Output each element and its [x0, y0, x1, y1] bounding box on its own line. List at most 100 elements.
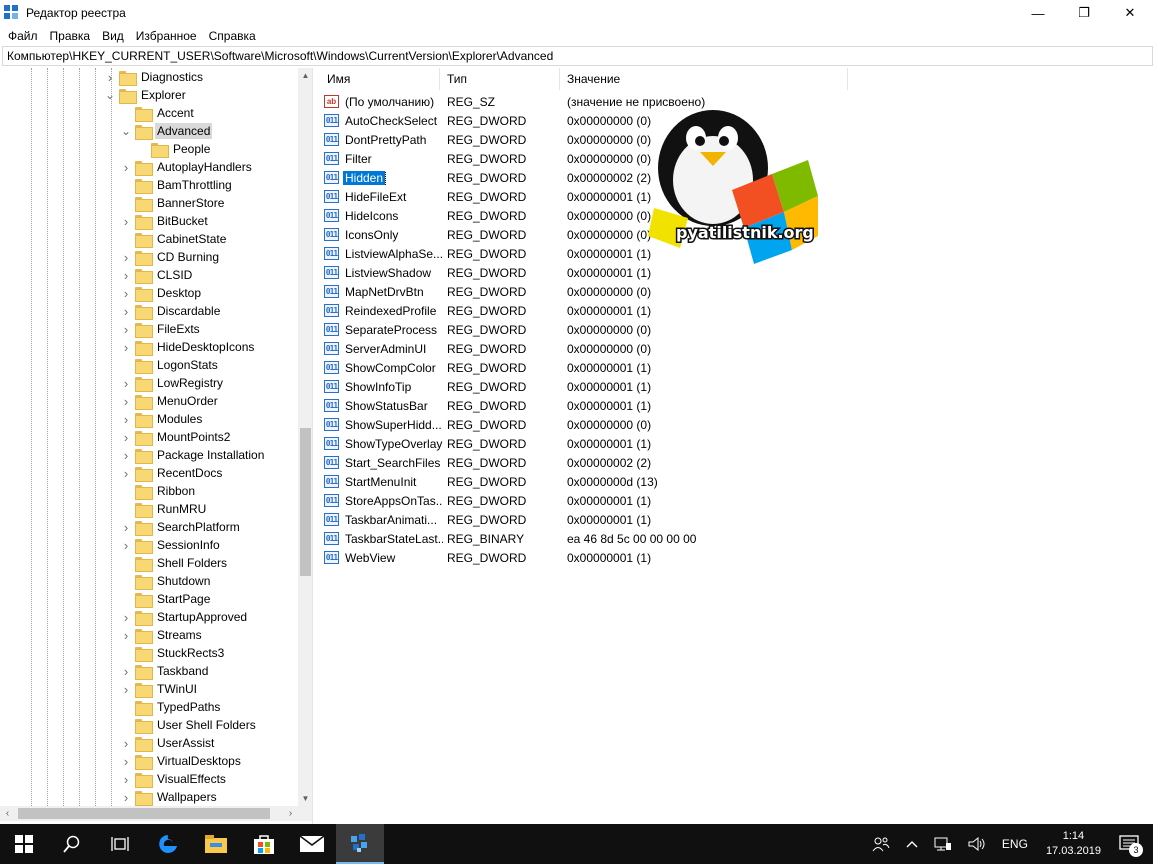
chevron-down-icon[interactable]: ⌄: [104, 86, 116, 104]
chevron-right-icon[interactable]: ›: [120, 212, 132, 230]
chevron-right-icon[interactable]: ›: [120, 428, 132, 446]
chevron-right-icon[interactable]: ›: [120, 626, 132, 644]
menu-file[interactable]: Файл: [2, 29, 44, 43]
chevron-right-icon[interactable]: ›: [120, 734, 132, 752]
value-row[interactable]: 011 MapNetDrvBtn REG_DWORD 0x00000000 (0): [324, 282, 844, 301]
value-row[interactable]: 011 ReindexedProfile REG_DWORD 0x00000001 (…: [324, 301, 844, 320]
tree-item[interactable]: › MenuOrder: [120, 392, 220, 410]
chevron-right-icon[interactable]: ›: [120, 662, 132, 680]
people-icon[interactable]: [872, 835, 890, 853]
chevron-right-icon[interactable]: ›: [104, 68, 116, 86]
chevron-right-icon[interactable]: ›: [120, 392, 132, 410]
menu-help[interactable]: Справка: [203, 29, 262, 43]
edge-button[interactable]: [144, 824, 192, 864]
chevron-up-icon[interactable]: [906, 840, 918, 848]
tree-item[interactable]: ⌄ Advanced: [120, 122, 213, 140]
tree-item[interactable]: BannerStore: [120, 194, 226, 212]
chevron-right-icon[interactable]: ›: [120, 608, 132, 626]
chevron-down-icon[interactable]: ⌄: [120, 122, 132, 140]
tree-item[interactable]: User Shell Folders: [120, 716, 258, 734]
value-row[interactable]: 011 Start_SearchFiles REG_DWORD 0x00000002 …: [324, 453, 844, 472]
value-row[interactable]: 011 TaskbarStateLast... REG_BINARY ea 46 8d…: [324, 529, 844, 548]
action-center-button[interactable]: 3: [1119, 835, 1143, 857]
tree-item[interactable]: › VirtualDesktops: [120, 752, 243, 770]
tree-item[interactable]: BamThrottling: [120, 176, 234, 194]
tree-item[interactable]: › Discardable: [120, 302, 222, 320]
tree-item[interactable]: ⌄ Explorer: [104, 86, 188, 104]
language-indicator[interactable]: ENG: [1002, 837, 1028, 851]
column-header-data[interactable]: Значение: [560, 68, 848, 90]
tree-item[interactable]: › Taskband: [120, 662, 210, 680]
tree-item[interactable]: Shutdown: [120, 572, 212, 590]
scroll-thumb[interactable]: [300, 428, 311, 576]
tree-item[interactable]: › HideDesktopIcons: [120, 338, 256, 356]
maximize-button[interactable]: ❐: [1061, 0, 1107, 26]
regedit-button[interactable]: [336, 824, 384, 864]
chevron-right-icon[interactable]: ›: [120, 446, 132, 464]
tree-item[interactable]: TypedPaths: [120, 698, 222, 716]
tree-item[interactable]: Accent: [120, 104, 196, 122]
chevron-right-icon[interactable]: ›: [120, 320, 132, 338]
tree-item[interactable]: › RecentDocs: [120, 464, 224, 482]
chevron-right-icon[interactable]: ›: [120, 464, 132, 482]
value-row[interactable]: 011 ShowCompColor REG_DWORD 0x00000001 (1): [324, 358, 844, 377]
tree-item[interactable]: › AutoplayHandlers: [120, 158, 254, 176]
tree-item[interactable]: › Modules: [120, 410, 204, 428]
scroll-left-icon[interactable]: ‹: [0, 806, 15, 821]
chevron-right-icon[interactable]: ›: [120, 248, 132, 266]
tree-item[interactable]: › Streams: [120, 626, 204, 644]
tree-item[interactable]: › Package Installation: [120, 446, 266, 464]
tree-item[interactable]: › Wallpapers: [120, 788, 219, 806]
close-button[interactable]: ✕: [1107, 0, 1153, 26]
tree-item[interactable]: People: [136, 140, 212, 158]
mail-button[interactable]: [288, 824, 336, 864]
minimize-button[interactable]: —: [1015, 0, 1061, 26]
chevron-right-icon[interactable]: ›: [120, 266, 132, 284]
chevron-right-icon[interactable]: ›: [120, 770, 132, 788]
tree-item[interactable]: › TWinUI: [120, 680, 199, 698]
chevron-right-icon[interactable]: ›: [120, 410, 132, 428]
tree-item[interactable]: › Diagnostics: [104, 68, 205, 86]
tree-vertical-scrollbar[interactable]: ▲ ▼: [298, 68, 312, 806]
volume-icon[interactable]: [968, 836, 986, 852]
value-row[interactable]: 011 WebView REG_DWORD 0x00000001 (1): [324, 548, 844, 567]
tree-item[interactable]: › SessionInfo: [120, 536, 222, 554]
value-row[interactable]: 011 ShowInfoTip REG_DWORD 0x00000001 (1): [324, 377, 844, 396]
store-button[interactable]: [240, 824, 288, 864]
chevron-right-icon[interactable]: ›: [120, 284, 132, 302]
start-button[interactable]: [0, 824, 48, 864]
file-explorer-button[interactable]: [192, 824, 240, 864]
tree-item[interactable]: StartPage: [120, 590, 212, 608]
scroll-thumb[interactable]: [18, 808, 270, 819]
menu-view[interactable]: Вид: [96, 29, 130, 43]
tree-item[interactable]: › VisualEffects: [120, 770, 228, 788]
scroll-down-icon[interactable]: ▼: [298, 791, 312, 806]
tree-item[interactable]: › CD Burning: [120, 248, 221, 266]
tree-item[interactable]: › UserAssist: [120, 734, 216, 752]
tree-item[interactable]: StuckRects3: [120, 644, 226, 662]
menu-favorites[interactable]: Избранное: [130, 29, 203, 43]
chevron-right-icon[interactable]: ›: [120, 788, 132, 806]
tree-item[interactable]: Ribbon: [120, 482, 197, 500]
address-bar[interactable]: Компьютер\HKEY_CURRENT_USER\Software\Mic…: [2, 46, 1153, 66]
tree-item[interactable]: CabinetState: [120, 230, 228, 248]
tree-item[interactable]: › Desktop: [120, 284, 203, 302]
tree-item[interactable]: › StartupApproved: [120, 608, 249, 626]
value-row[interactable]: 011 ShowTypeOverlay REG_DWORD 0x00000001 (1…: [324, 434, 844, 453]
value-row[interactable]: 011 ServerAdminUI REG_DWORD 0x00000000 (0): [324, 339, 844, 358]
tree-item[interactable]: › CLSID: [120, 266, 194, 284]
chevron-right-icon[interactable]: ›: [120, 338, 132, 356]
scroll-right-icon[interactable]: ›: [283, 806, 298, 821]
search-button[interactable]: [48, 824, 96, 864]
scroll-up-icon[interactable]: ▲: [298, 68, 312, 83]
task-view-button[interactable]: [96, 824, 144, 864]
tree-item[interactable]: RunMRU: [120, 500, 208, 518]
network-icon[interactable]: [934, 836, 952, 852]
value-row[interactable]: 011 ShowSuperHidd... REG_DWORD 0x00000000 (…: [324, 415, 844, 434]
value-row[interactable]: 011 SeparateProcess REG_DWORD 0x00000000 (0…: [324, 320, 844, 339]
value-row[interactable]: 011 TaskbarAnimati... REG_DWORD 0x00000001 …: [324, 510, 844, 529]
tree-item[interactable]: › BitBucket: [120, 212, 210, 230]
tree-item[interactable]: LogonStats: [120, 356, 220, 374]
tree-item[interactable]: Shell Folders: [120, 554, 229, 572]
chevron-right-icon[interactable]: ›: [120, 302, 132, 320]
